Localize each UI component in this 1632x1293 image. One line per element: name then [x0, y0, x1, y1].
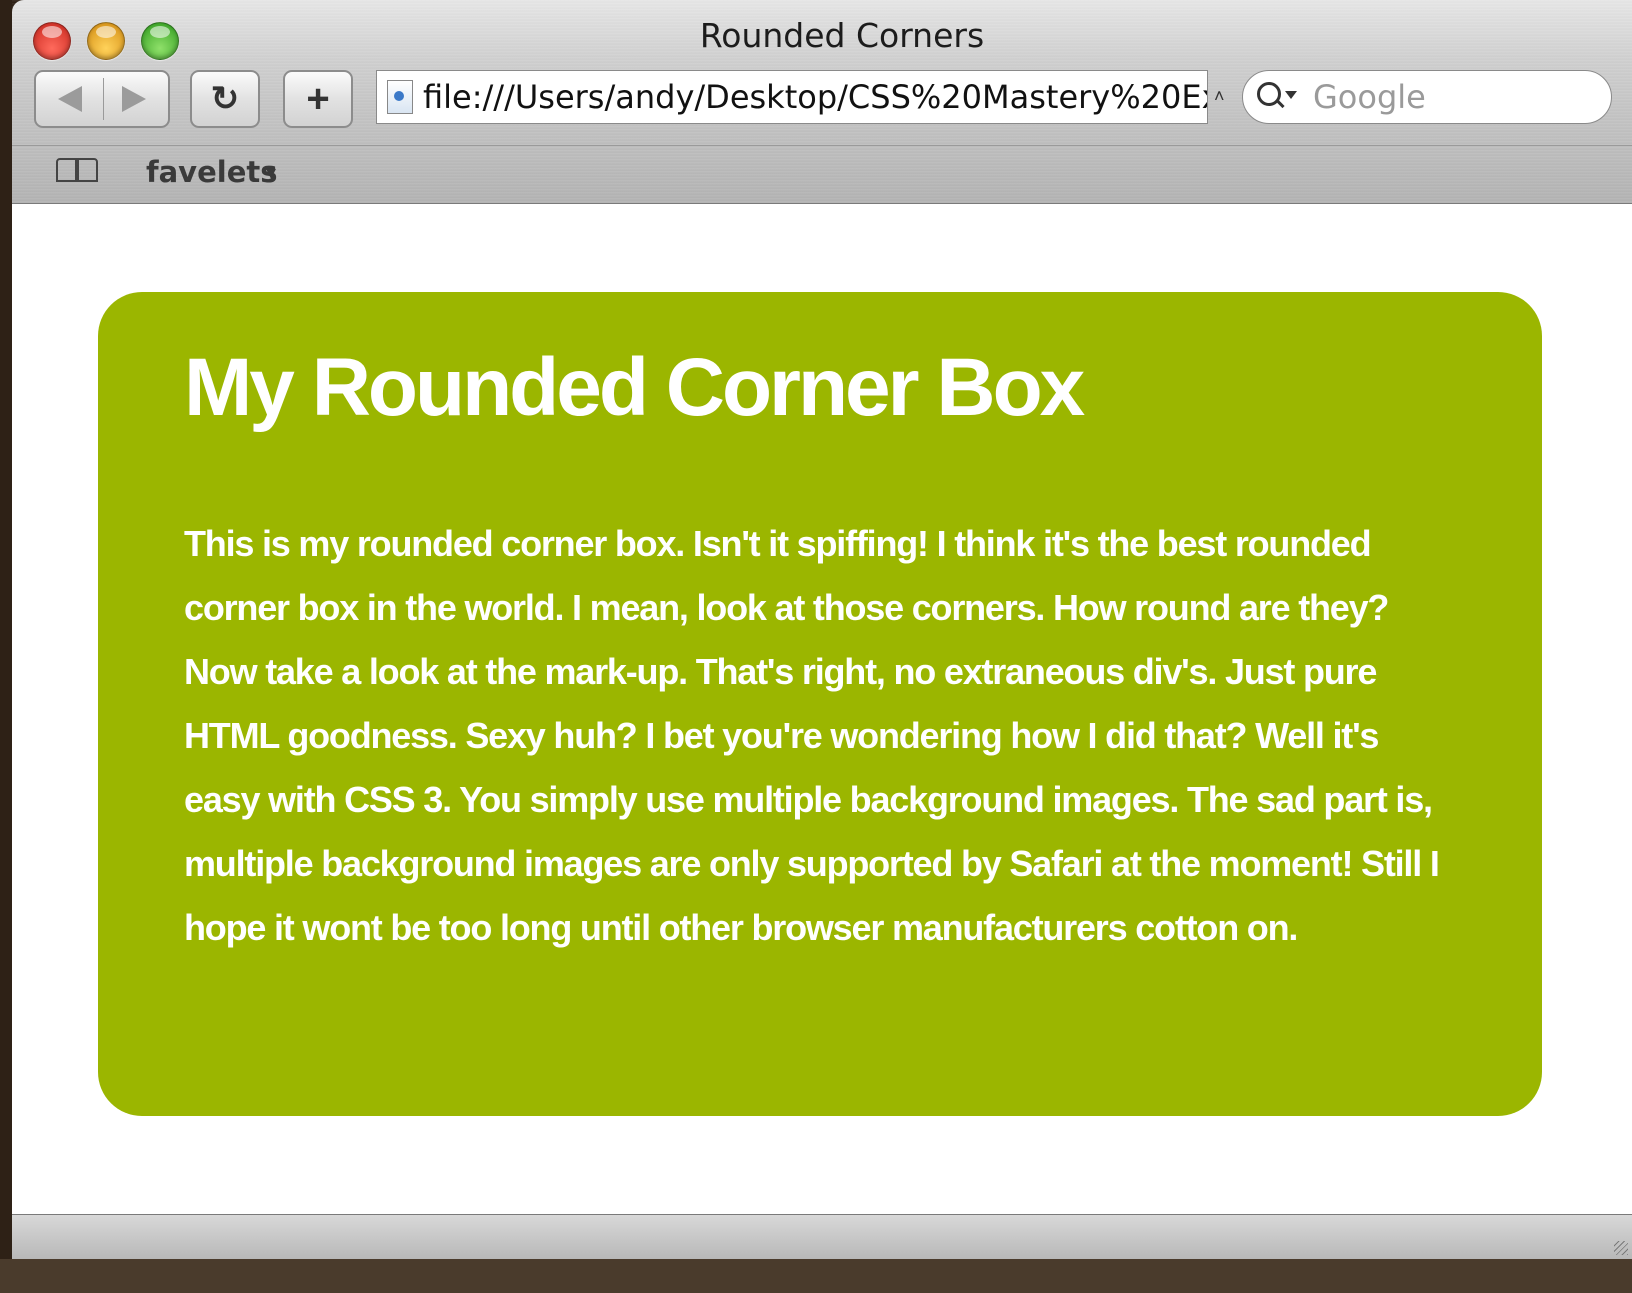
bookmark-favelets[interactable]: favelets: [146, 155, 278, 189]
file-icon: [387, 80, 413, 114]
browser-window: Rounded Corners ↻ + file:///Users/andy/D…: [12, 0, 1632, 1293]
forward-icon[interactable]: [122, 86, 146, 112]
desktop-background: [0, 1259, 1632, 1293]
bookmarks-bar: favelets ▾: [12, 145, 1632, 202]
box-paragraph: This is my rounded corner box. Isn't it …: [184, 523, 1440, 948]
status-bar: [12, 1214, 1632, 1260]
search-field[interactable]: Google: [1242, 70, 1612, 124]
add-bookmark-icon: +: [306, 76, 330, 121]
search-icon[interactable]: [1255, 77, 1299, 117]
add-bookmark-button[interactable]: +: [283, 70, 353, 128]
back-forward-buttons: [34, 70, 170, 128]
chevron-down-icon[interactable]: ▾: [266, 160, 276, 185]
back-icon[interactable]: [58, 86, 82, 112]
title-toolbar-area: Rounded Corners ↻ + file:///Users/andy/D…: [12, 0, 1632, 204]
reload-button[interactable]: ↻: [190, 70, 260, 128]
box-heading: My Rounded Corner Box: [184, 342, 1085, 433]
address-bar[interactable]: file:///Users/andy/Desktop/CSS%20Mastery…: [376, 70, 1208, 124]
bookmarks-book-icon[interactable]: [56, 158, 102, 186]
rounded-corner-box: My Rounded Corner Box This is my rounded…: [98, 292, 1542, 1116]
search-placeholder: Google: [1313, 78, 1426, 116]
window-title: Rounded Corners: [699, 16, 985, 55]
reload-icon: ↻: [210, 80, 240, 118]
address-text[interactable]: file:///Users/andy/Desktop/CSS%20Mastery…: [423, 78, 1207, 116]
back-forward-divider: [103, 78, 104, 120]
resize-grip-icon[interactable]: [1614, 1241, 1628, 1255]
address-dropdown-caret[interactable]: ˄: [1214, 86, 1225, 107]
page-content: My Rounded Corner Box This is my rounded…: [12, 204, 1632, 1214]
